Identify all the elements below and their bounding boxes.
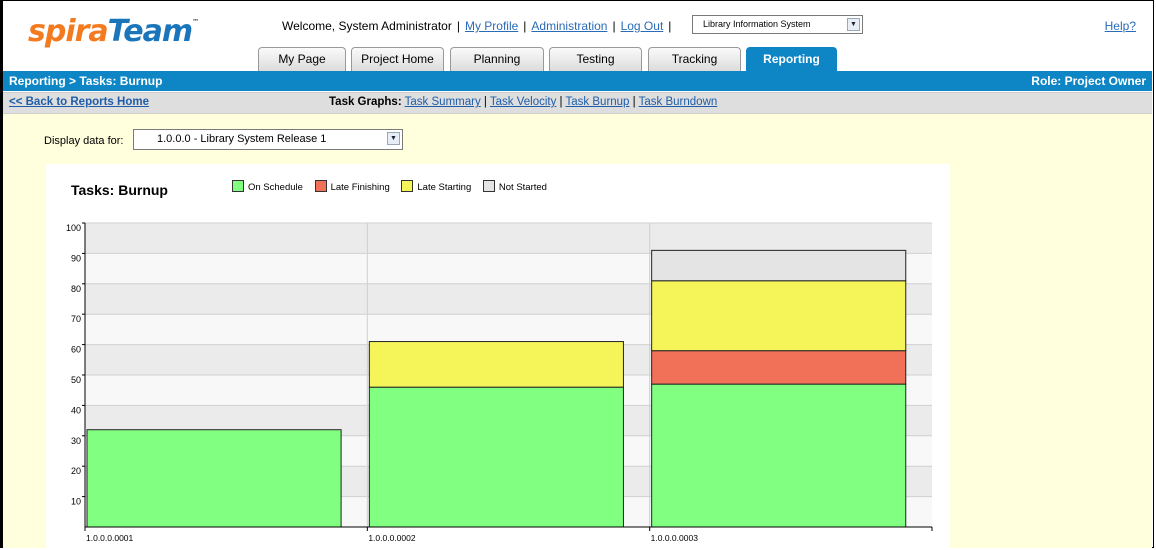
bar-on-schedule (368, 386, 624, 528)
bar-on-schedule (651, 383, 907, 528)
y-tick-label: 90 (71, 253, 81, 263)
y-tick-label: 100 (66, 223, 81, 233)
bar-late-starting (368, 341, 624, 388)
y-tick-label: 70 (71, 314, 81, 324)
y-tick-label: 30 (71, 436, 81, 446)
y-tick-label: 50 (71, 375, 81, 385)
y-tick-label: 20 (71, 466, 81, 476)
x-tick-label: 1.0.0.0.0002 (368, 533, 416, 543)
burnup-chart: 1.0.0.0.0001 1.0.0.0.0002 1.0.0.0.0003 10 20… (66, 222, 933, 543)
y-tick-label: 60 (71, 345, 81, 355)
bar-on-schedule (86, 429, 342, 528)
y-tick-label: 40 (71, 405, 81, 415)
bar-late-finishing (651, 350, 907, 385)
y-tick-label: 10 (71, 497, 81, 507)
x-tick-label: 1.0.0.0.0001 (86, 533, 134, 543)
bar-not-started (651, 249, 907, 282)
y-tick-label: 80 (71, 284, 81, 294)
grid-band (85, 223, 932, 254)
x-tick-label: 1.0.0.0.0003 (651, 533, 699, 543)
bar-late-starting (651, 280, 907, 352)
